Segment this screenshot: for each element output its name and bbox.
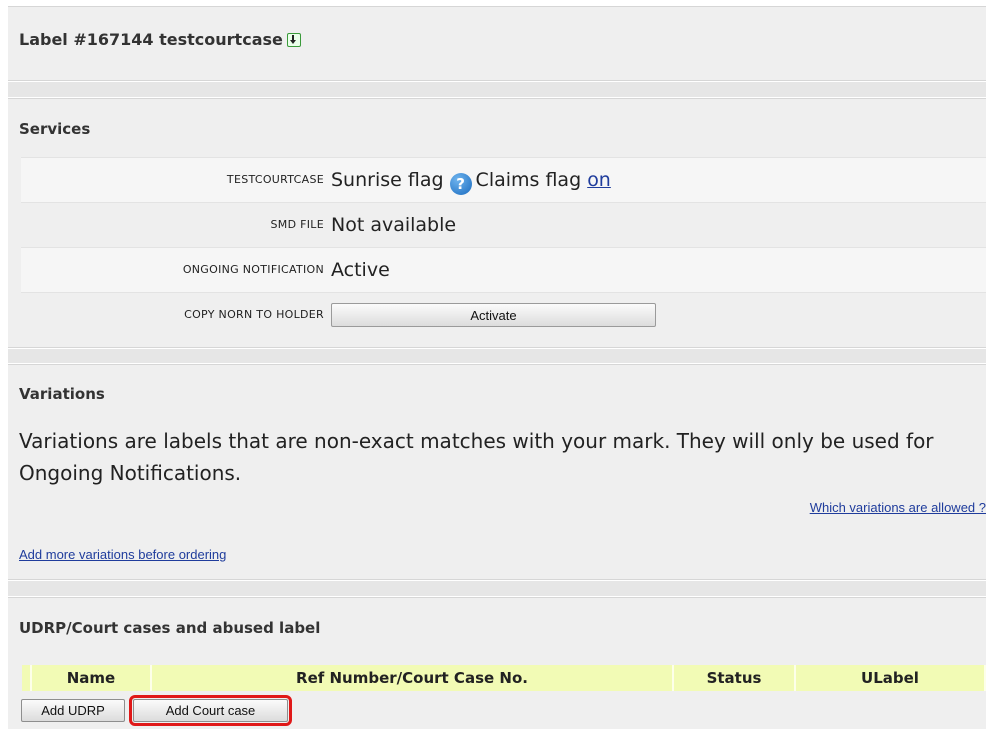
service-row-testcourtcase: TESTCOURTCASE Sunrise flag? Claims flag o…	[21, 157, 986, 202]
section-divider	[8, 581, 986, 596]
service-value: Sunrise flag? Claims flag on	[331, 158, 611, 202]
label-title: Label #167144 testcourtcase	[19, 30, 301, 49]
section-divider	[8, 82, 986, 97]
column-name: Name	[31, 665, 152, 691]
udrp-table: Name Ref Number/Court Case No. Status UL…	[22, 665, 986, 691]
column-ulabel: ULabel	[795, 665, 986, 691]
sunrise-flag-text: Sunrise flag	[331, 169, 444, 191]
variations-title: Variations	[19, 385, 105, 403]
services-table: TESTCOURTCASE Sunrise flag? Claims flag o…	[21, 157, 986, 337]
label-panel: Label #167144 testcourtcase	[8, 6, 986, 81]
service-label: SMD FILE	[270, 218, 324, 231]
question-circle-icon[interactable]: ?	[449, 173, 472, 195]
udrp-title: UDRP/Court cases and abused label	[19, 619, 321, 637]
service-label: ONGOING NOTIFICATION	[182, 263, 324, 276]
service-row-ongoing-notification: ONGOING NOTIFICATION Active	[21, 247, 986, 292]
variations-panel: Variations Variations are labels that ar…	[8, 364, 986, 580]
services-title: Services	[19, 120, 91, 138]
services-panel: Services TESTCOURTCASE Sunrise flag? Clai…	[8, 98, 986, 348]
claims-flag-text: Claims flag	[475, 169, 582, 191]
claims-flag-on-link[interactable]: on	[587, 169, 611, 191]
add-udrp-button[interactable]: Add UDRP	[21, 699, 125, 722]
udrp-panel: UDRP/Court cases and abused label Name R…	[8, 597, 986, 729]
add-more-variations-link[interactable]: Add more variations before ordering	[19, 547, 226, 562]
service-label: TESTCOURTCASE	[226, 173, 324, 186]
service-row-copy-norn: COPY NORN TO HOLDER Activate	[21, 292, 986, 337]
activate-button[interactable]: Activate	[331, 303, 656, 327]
service-value: Not available	[331, 214, 457, 236]
column-status: Status	[673, 665, 796, 691]
header-spacer	[22, 665, 32, 691]
service-value: Active	[331, 259, 390, 281]
column-ref-number: Ref Number/Court Case No.	[151, 665, 674, 691]
service-label: COPY NORN TO HOLDER	[184, 308, 324, 321]
variations-description: Variations are labels that are non-exact…	[19, 429, 934, 485]
download-icon[interactable]	[286, 33, 301, 47]
section-divider	[8, 349, 986, 363]
service-row-smd-file: SMD FILE Not available	[21, 202, 986, 247]
label-title-text: Label #167144 testcourtcase	[19, 30, 283, 49]
which-variations-allowed-link[interactable]: Which variations are allowed ?	[810, 500, 986, 515]
udrp-table-header: Name Ref Number/Court Case No. Status UL…	[22, 665, 986, 691]
add-court-case-button[interactable]: Add Court case	[129, 695, 292, 726]
